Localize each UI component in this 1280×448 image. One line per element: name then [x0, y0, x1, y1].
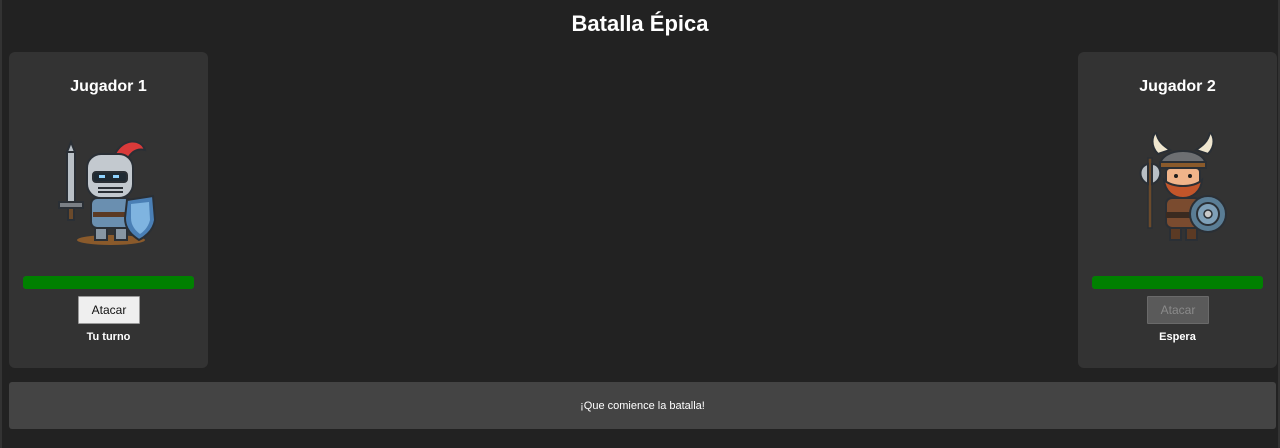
- viking-icon: [1139, 132, 1227, 241]
- player-2-panel: Jugador 2 Atacar Espera: [1078, 52, 1277, 368]
- player-1-attack-button[interactable]: Atacar: [78, 296, 140, 324]
- player-2-status: Espera: [1159, 331, 1196, 343]
- player-2-health-fill: [1092, 276, 1263, 289]
- player-1-panel: Jugador 1 Atacar Tu turno: [9, 52, 208, 368]
- player-1-health-bar: [23, 276, 194, 289]
- page-title: Batalla Épica: [571, 11, 709, 36]
- player-1-status: Tu turno: [86, 331, 131, 343]
- battle-log: ¡Que comience la batalla!: [9, 382, 1276, 429]
- battle-arena: Jugador 1 Atacar Tu turno Jugador 2 Atac…: [2, 52, 1278, 368]
- game-page: Batalla Épica Jugador 1 Atacar Tu turno …: [0, 0, 1280, 448]
- knight-icon: [58, 139, 157, 245]
- player-1-name: Jugador 1: [70, 78, 147, 95]
- player-1-health-fill: [23, 276, 194, 289]
- player-2-name: Jugador 2: [1139, 78, 1216, 95]
- player-2-health-bar: [1092, 276, 1263, 289]
- player-2-attack-button[interactable]: Atacar: [1147, 296, 1209, 324]
